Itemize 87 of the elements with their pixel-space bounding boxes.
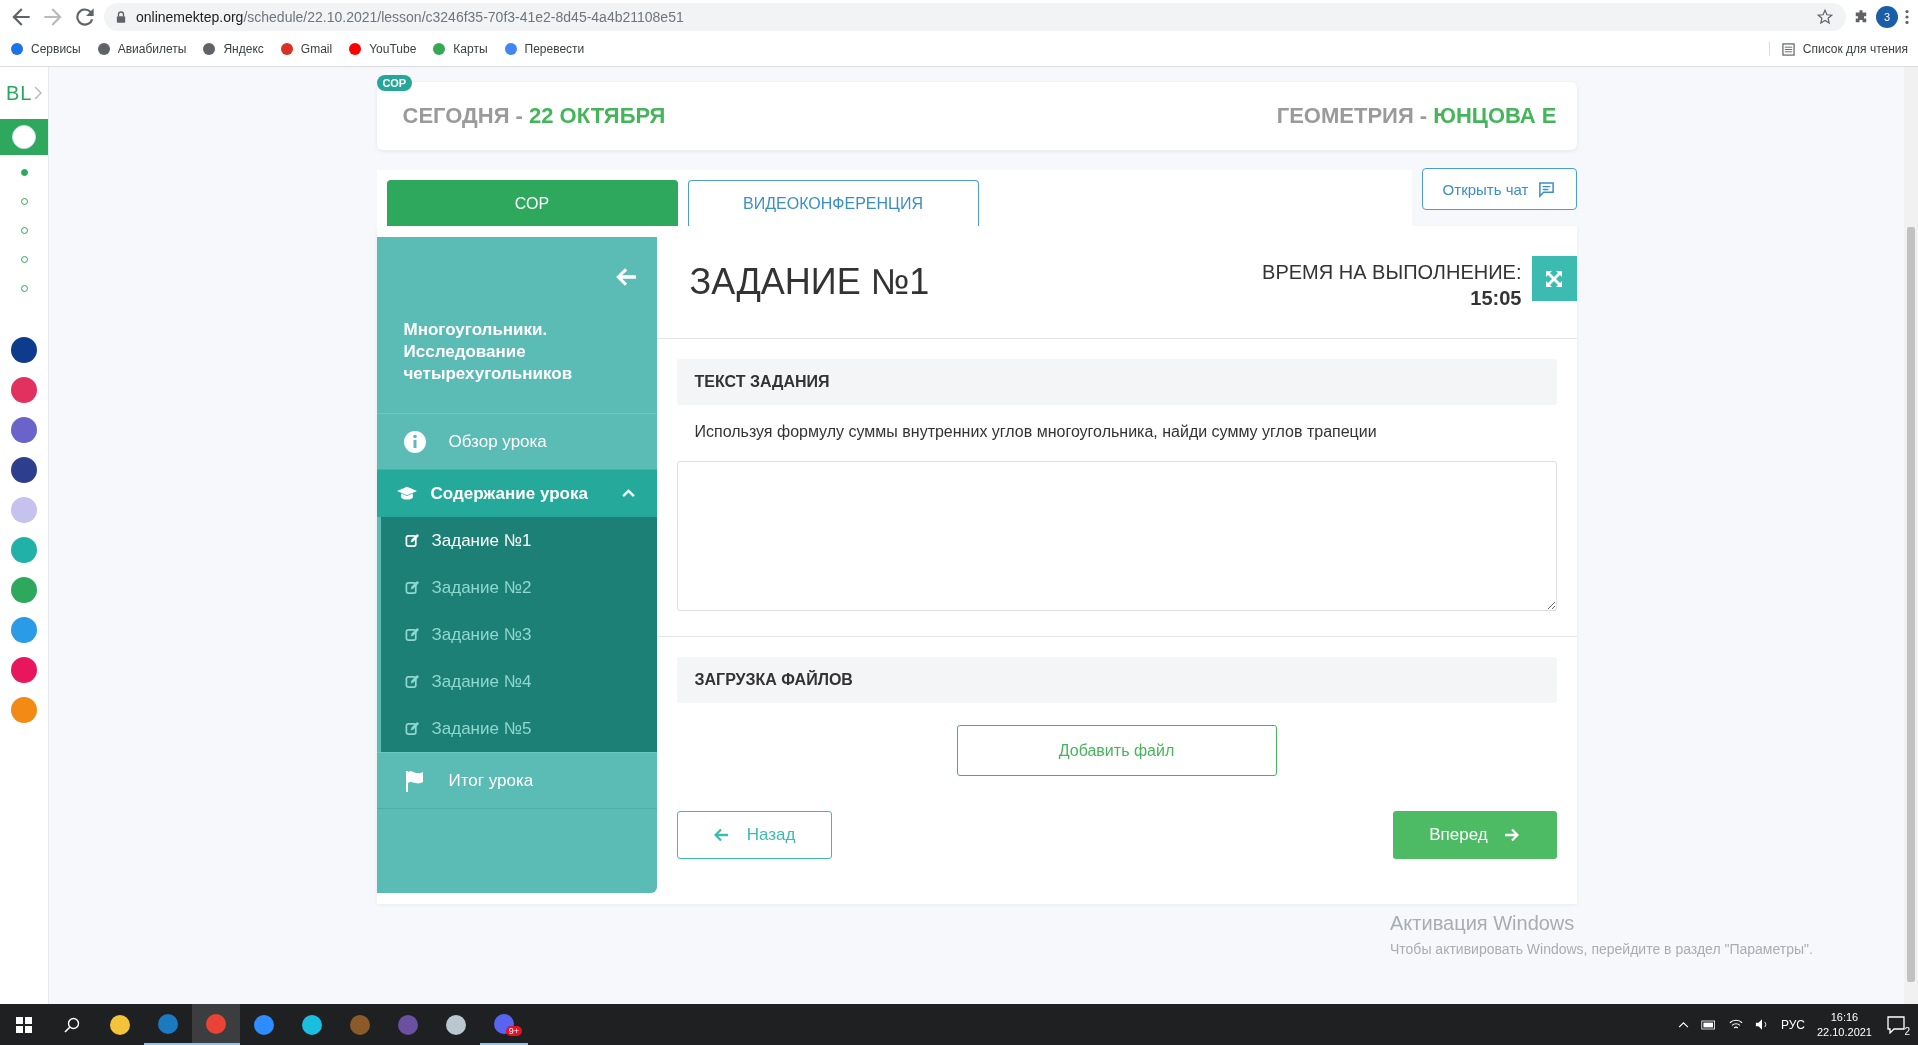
lock-icon	[116, 11, 126, 23]
bookmark-link[interactable]: Авиабилеты	[96, 42, 187, 56]
clock[interactable]: 16:16 22.10.2021	[1816, 1009, 1872, 1040]
tab[interactable]: СОР	[386, 180, 678, 226]
speech-bubble-icon	[1887, 1015, 1905, 1034]
search-icon	[64, 1016, 80, 1033]
profile-avatar[interactable]: 3	[1876, 6, 1898, 28]
address-bar[interactable]: onlinemektep.org/schedule/22.10.2021/lesson/c3246f35-70f3-41e2-8d45-4a4b21108e51	[104, 3, 1846, 31]
taskbar-app[interactable]: 9+	[480, 1004, 528, 1045]
app-tile[interactable]	[0, 119, 48, 155]
subject-heading: ГЕОМЕТРИЯ - ЮНЦОВА Е	[1276, 103, 1557, 129]
edit-icon	[404, 533, 420, 548]
list-icon	[1781, 42, 1795, 56]
badge: СОР	[376, 75, 413, 91]
app-icon	[253, 1013, 275, 1036]
speaker-icon[interactable]	[1754, 1018, 1769, 1031]
task-text: Используя формулу суммы внутренних углов многоугольника, найди сумму углов трапеции	[693, 422, 1378, 441]
battery-icon[interactable]	[1700, 1019, 1717, 1030]
expand-arrows-icon	[1544, 268, 1564, 289]
edit-icon	[404, 674, 420, 689]
section-heading: ТЕКСТ ЗАДАНИЯ	[676, 359, 1557, 405]
info-icon	[402, 429, 427, 454]
notification-badge: 9+	[505, 1026, 522, 1036]
app-icon[interactable]	[11, 337, 37, 363]
bookmark-icon	[503, 42, 518, 56]
task-link[interactable]: Задание №2	[380, 564, 657, 611]
timer-value: 15:05	[1469, 286, 1522, 311]
app-icon	[157, 1012, 179, 1035]
app-icon	[205, 1012, 227, 1035]
bookmark-link[interactable]: Перевести	[503, 42, 585, 56]
open-chat-button[interactable]: Открыть чат	[1421, 168, 1577, 210]
lesson-title: Многоугольники. Исследование четырехугольников	[403, 319, 574, 385]
taskbar-app[interactable]	[192, 1004, 240, 1045]
bookmark-icon	[202, 42, 217, 56]
arrow-right-icon	[1503, 828, 1520, 842]
bookmark-link[interactable]: Яндекс	[202, 42, 264, 56]
activation-title: Активация Windows	[1390, 912, 1576, 935]
app-icon	[349, 1013, 371, 1036]
wifi-icon[interactable]	[1728, 1018, 1743, 1031]
bookmark-link[interactable]: YouTube	[348, 42, 417, 56]
app-icon[interactable]	[11, 657, 37, 683]
activation-text: Чтобы активировать Windows, перейдите в раздел "Параметры".	[1390, 941, 1813, 957]
app-icon[interactable]	[11, 417, 37, 443]
bookmark-icon	[279, 42, 294, 56]
task-title: ЗАДАНИЕ №1	[689, 261, 931, 303]
bookmark-icon	[348, 42, 363, 56]
app-icon[interactable]	[11, 457, 37, 483]
bookmark-icon	[10, 42, 24, 56]
timer-label: ВРЕМЯ НА ВЫПОЛНЕНИЕ:	[1262, 260, 1522, 285]
bookmark-icon	[96, 42, 111, 56]
bookmark-link[interactable]: Gmail	[279, 42, 333, 56]
chevron-up-icon[interactable]	[1677, 1021, 1689, 1028]
language-indicator[interactable]: РУС	[1780, 1017, 1805, 1032]
task-link[interactable]: Задание №4	[380, 658, 657, 705]
section-heading: ЗАГРУЗКА ФАЙЛОВ	[676, 657, 1557, 703]
app-icon	[301, 1013, 323, 1036]
arrow-left-icon	[712, 828, 729, 842]
bookmark-link[interactable]: Карты	[432, 42, 488, 56]
star-icon[interactable]	[1816, 8, 1834, 26]
reading-list-button[interactable]: Список для чтения	[1768, 42, 1908, 56]
app-icon	[445, 1013, 467, 1036]
app-icon[interactable]	[11, 377, 37, 403]
add-file-button[interactable]: Добавить файл	[956, 725, 1277, 776]
logo-text: BL	[6, 81, 33, 105]
app-icon	[397, 1013, 419, 1036]
date-heading: СЕГОДНЯ - 22 ОКТЯБРЯ	[402, 103, 666, 129]
task-link[interactable]: Задание №5	[380, 705, 657, 752]
bookmark-link[interactable]: Сервисы	[10, 42, 81, 56]
task-link[interactable]: Задание №1	[380, 517, 657, 564]
menu-icon[interactable]	[1904, 8, 1910, 26]
chat-icon	[1538, 180, 1556, 198]
tab[interactable]: ВИДЕОКОНФЕРЕНЦИЯ	[687, 180, 979, 226]
scrollbar[interactable]	[1904, 67, 1918, 1004]
next-button[interactable]: Вперед	[1392, 811, 1557, 859]
task-link[interactable]: Задание №3	[380, 611, 657, 658]
fullscreen-button[interactable]	[1531, 256, 1577, 301]
app-icon	[109, 1013, 131, 1036]
bookmark-icon	[432, 42, 447, 56]
edit-icon	[404, 721, 420, 736]
edit-icon	[404, 580, 420, 595]
windows-logo-icon	[16, 1016, 32, 1033]
notification-button[interactable]: 2	[1884, 1012, 1908, 1037]
url-text: onlinemektep.org/schedule/22.10.2021/lesson/c3246f35-70f3-41e2-8d45-4a4b21108e51	[136, 9, 684, 25]
sidebar-group[interactable]: Содержание урока	[376, 470, 657, 517]
page-dot[interactable]	[20, 169, 28, 176]
edit-icon	[404, 627, 420, 642]
graduation-cap-icon	[396, 486, 417, 501]
